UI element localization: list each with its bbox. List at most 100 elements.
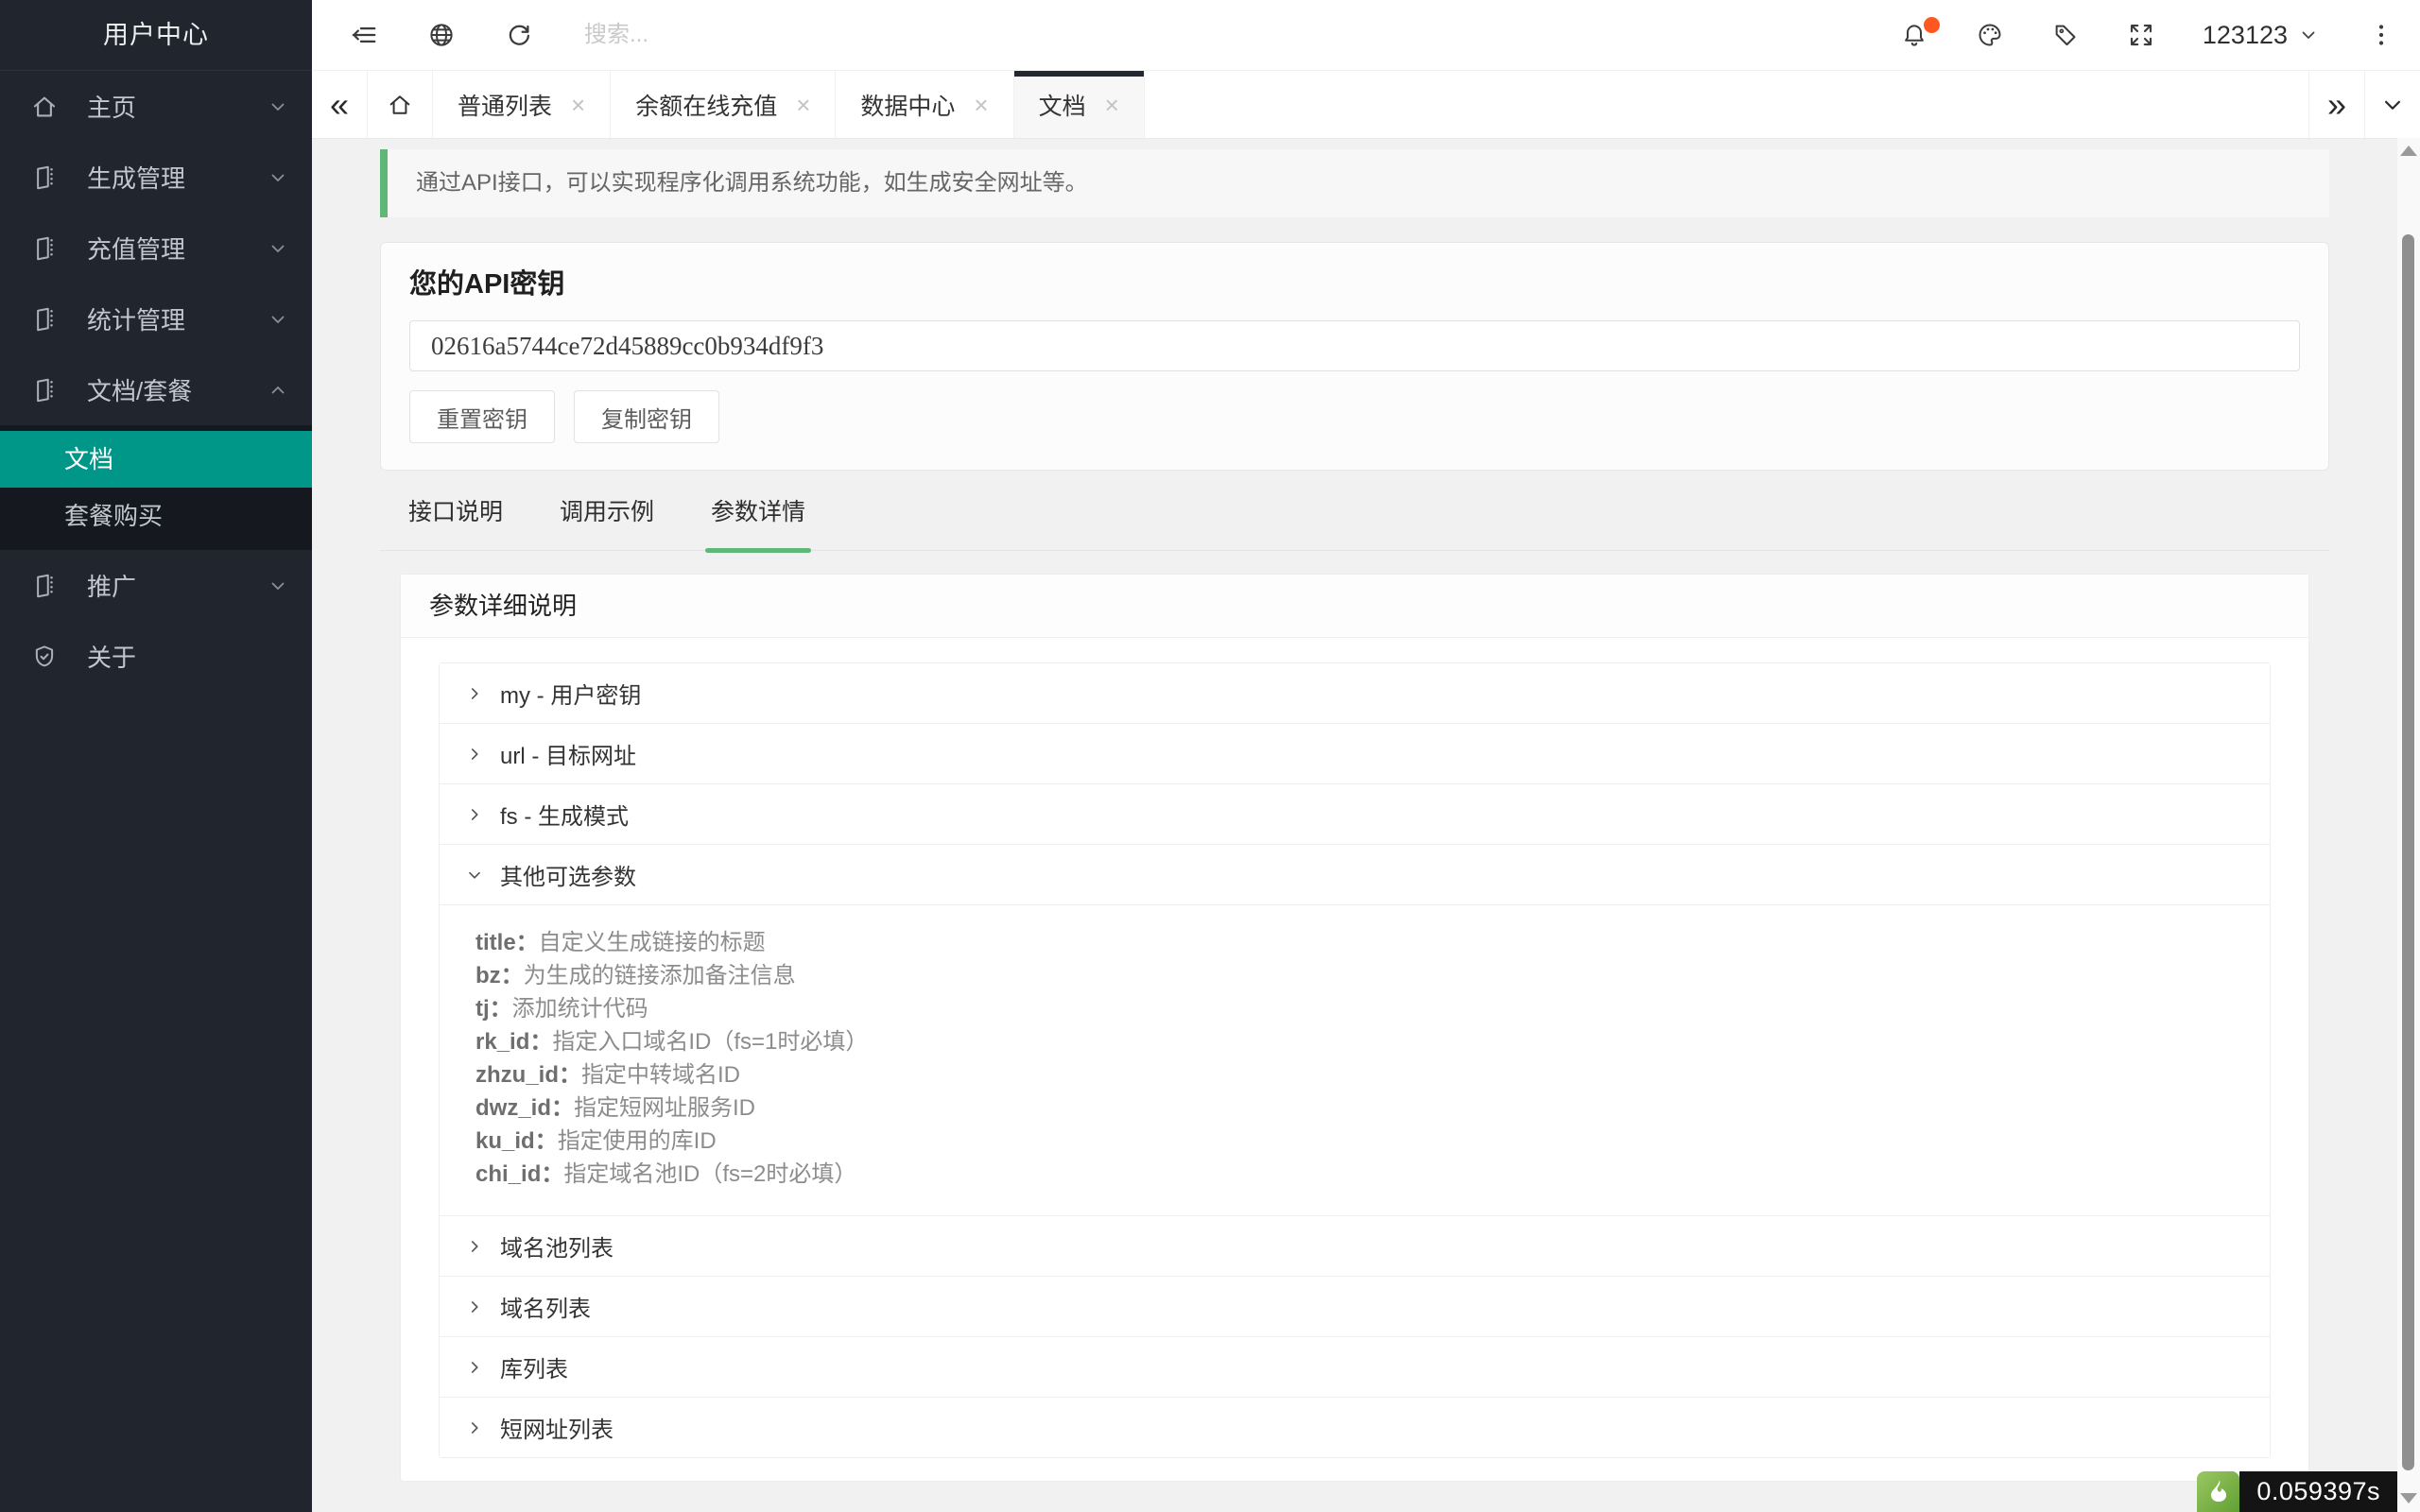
- collapse-label: 短网址列表: [500, 1411, 614, 1444]
- sidebar-item-label: 关于: [87, 639, 289, 674]
- chevron-up-icon: [267, 379, 289, 402]
- optional-params-content: title：自定义生成链接的标题 bz：为生成的链接添加备注信息 tj：添加统计…: [440, 904, 2270, 1215]
- collapse-header-fs[interactable]: fs - 生成模式: [440, 784, 2270, 844]
- tabs-scroll-right-button[interactable]: »: [2308, 71, 2364, 138]
- close-icon[interactable]: ×: [974, 93, 988, 117]
- api-key-card: 您的API密钥 02616a5744ce72d45889cc0b934df9f3…: [380, 242, 2329, 471]
- tab-home[interactable]: [368, 71, 433, 138]
- param-desc: 指定使用的库ID: [558, 1128, 717, 1154]
- close-icon[interactable]: ×: [571, 93, 585, 117]
- chevron-right-icon: [464, 1297, 485, 1317]
- main-content: 通过API接口，可以实现程序化调用系统功能，如生成安全网址等。 您的API密钥 …: [312, 138, 2397, 1512]
- scroll-down-arrow-icon[interactable]: [2400, 1493, 2417, 1503]
- collapse-header-my[interactable]: my - 用户密钥: [440, 663, 2270, 723]
- collapse-label: url - 目标网址: [500, 737, 636, 770]
- username: 123123: [2203, 21, 2288, 50]
- param-key: chi_id：: [475, 1161, 563, 1187]
- tab-data-center[interactable]: 数据中心 ×: [836, 71, 1013, 138]
- sidebar-item-about[interactable]: 关于: [0, 621, 312, 692]
- tabs-scroll-left-button[interactable]: «: [312, 71, 368, 138]
- tab-balance-recharge[interactable]: 余额在线充值 ×: [611, 71, 836, 138]
- chevron-down-icon: [267, 95, 289, 118]
- sidebar-subitem-package-purchase[interactable]: 套餐购买: [0, 488, 312, 544]
- collapse-header-domain-pool-list[interactable]: 域名池列表: [440, 1216, 2270, 1276]
- sidebar-submenu: 文档 套餐购买: [0, 425, 312, 550]
- globe-icon[interactable]: [427, 21, 456, 49]
- reset-key-button[interactable]: 重置密钥: [409, 390, 555, 443]
- tab-call-example[interactable]: 调用示例: [560, 493, 654, 550]
- collapse-header-shorturl-list[interactable]: 短网址列表: [440, 1398, 2270, 1457]
- close-icon[interactable]: ×: [796, 93, 810, 117]
- tag-icon[interactable]: [2051, 21, 2080, 49]
- more-menu-icon[interactable]: [2367, 21, 2395, 49]
- tab-normal-list[interactable]: 普通列表 ×: [433, 71, 611, 138]
- theme-palette-icon[interactable]: [1976, 21, 2004, 49]
- sidebar-item-home[interactable]: 主页: [0, 71, 312, 142]
- trace-toggle-button[interactable]: [2197, 1471, 2239, 1512]
- chevron-right-icon: [464, 683, 485, 704]
- chevron-right-icon: [464, 1236, 485, 1257]
- tab-parameter-details[interactable]: 参数详情: [711, 493, 805, 550]
- collapse-sidebar-icon[interactable]: [350, 21, 378, 49]
- sidebar-item-promotion[interactable]: 推广: [0, 550, 312, 621]
- chevron-down-icon: [464, 865, 485, 885]
- param-key: bz：: [475, 963, 524, 988]
- topbar-left: [350, 21, 870, 49]
- refresh-icon[interactable]: [505, 21, 533, 49]
- sidebar-subitem-docs[interactable]: 文档: [0, 431, 312, 488]
- close-icon[interactable]: ×: [1105, 93, 1119, 117]
- param-key: zhzu_id：: [475, 1062, 581, 1088]
- collapse-header-url[interactable]: url - 目标网址: [440, 724, 2270, 783]
- tab-label: 数据中心: [860, 88, 955, 122]
- collapse-item-shorturl-list: 短网址列表: [440, 1397, 2270, 1457]
- collapse-item-domain-pool-list: 域名池列表: [440, 1215, 2270, 1276]
- sidebar-item-label: 统计管理: [87, 301, 267, 336]
- collapse-label: fs - 生成模式: [500, 798, 629, 831]
- doc-tabs: 接口说明 调用示例 参数详情: [380, 493, 2329, 551]
- page-load-time: 0.059397s: [2239, 1471, 2397, 1512]
- scroll-up-arrow-icon[interactable]: [2400, 146, 2417, 156]
- collapse-header-library-list[interactable]: 库列表: [440, 1337, 2270, 1397]
- sidebar-item-recharge[interactable]: 充值管理: [0, 213, 312, 284]
- collapse-item-optional-params: 其他可选参数 title：自定义生成链接的标题 bz：为生成的链接添加备注信息 …: [440, 844, 2270, 1215]
- collapse-label: 域名列表: [500, 1290, 591, 1323]
- parameter-collapse-group: my - 用户密钥 url - 目标网址 fs - 生成模式: [439, 662, 2271, 1458]
- tab-label: 余额在线充值: [635, 88, 777, 122]
- sidebar-item-generate[interactable]: 生成管理: [0, 142, 312, 213]
- api-info-banner: 通过API接口，可以实现程序化调用系统功能，如生成安全网址等。: [380, 149, 2329, 217]
- collapse-item-library-list: 库列表: [440, 1336, 2270, 1397]
- tabs-menu-button[interactable]: [2364, 71, 2420, 138]
- param-desc: 指定短网址服务ID: [574, 1095, 755, 1121]
- tab-docs[interactable]: 文档 ×: [1014, 71, 1145, 138]
- collapse-item-fs: fs - 生成模式: [440, 783, 2270, 844]
- doc-icon: [30, 234, 59, 263]
- sidebar-item-docs-packages[interactable]: 文档/套餐: [0, 354, 312, 425]
- api-key-title: 您的API密钥: [409, 267, 2300, 301]
- sidebar: 用户中心 主页 生成管理 充值管理 统计管理 文档/套餐 文档: [0, 0, 312, 1512]
- page-tabbar: « 普通列表 × 余额在线充值 × 数据中心 × 文档 × »: [312, 71, 2420, 139]
- tab-api-description[interactable]: 接口说明: [408, 493, 503, 550]
- chevron-down-icon: [267, 237, 289, 260]
- collapse-header-optional-params[interactable]: 其他可选参数: [440, 845, 2270, 904]
- sidebar-item-statistics[interactable]: 统计管理: [0, 284, 312, 354]
- shield-check-icon: [30, 643, 59, 671]
- chevron-right-icon: [464, 804, 485, 825]
- api-key-input[interactable]: 02616a5744ce72d45889cc0b934df9f3: [409, 320, 2300, 371]
- fullscreen-icon[interactable]: [2127, 21, 2155, 49]
- sidebar-item-label: 生成管理: [87, 160, 267, 195]
- search-input[interactable]: [582, 21, 870, 49]
- sidebar-item-label: 推广: [87, 568, 267, 603]
- content-scrollbar[interactable]: [2397, 138, 2420, 1512]
- user-menu[interactable]: 123123: [2203, 21, 2320, 50]
- collapse-item-url: url - 目标网址: [440, 723, 2270, 783]
- notifications-button[interactable]: [1900, 21, 1928, 49]
- param-line: title：自定义生成链接的标题: [475, 926, 2251, 959]
- param-desc: 自定义生成链接的标题: [539, 930, 766, 955]
- api-key-actions: 重置密钥 复制密钥: [409, 390, 2300, 443]
- scrollbar-thumb[interactable]: [2402, 234, 2414, 1470]
- home-icon: [387, 92, 413, 118]
- collapse-header-domain-list[interactable]: 域名列表: [440, 1277, 2270, 1336]
- notification-badge: [1924, 17, 1940, 33]
- collapse-item-my: my - 用户密钥: [440, 663, 2270, 723]
- copy-key-button[interactable]: 复制密钥: [574, 390, 719, 443]
